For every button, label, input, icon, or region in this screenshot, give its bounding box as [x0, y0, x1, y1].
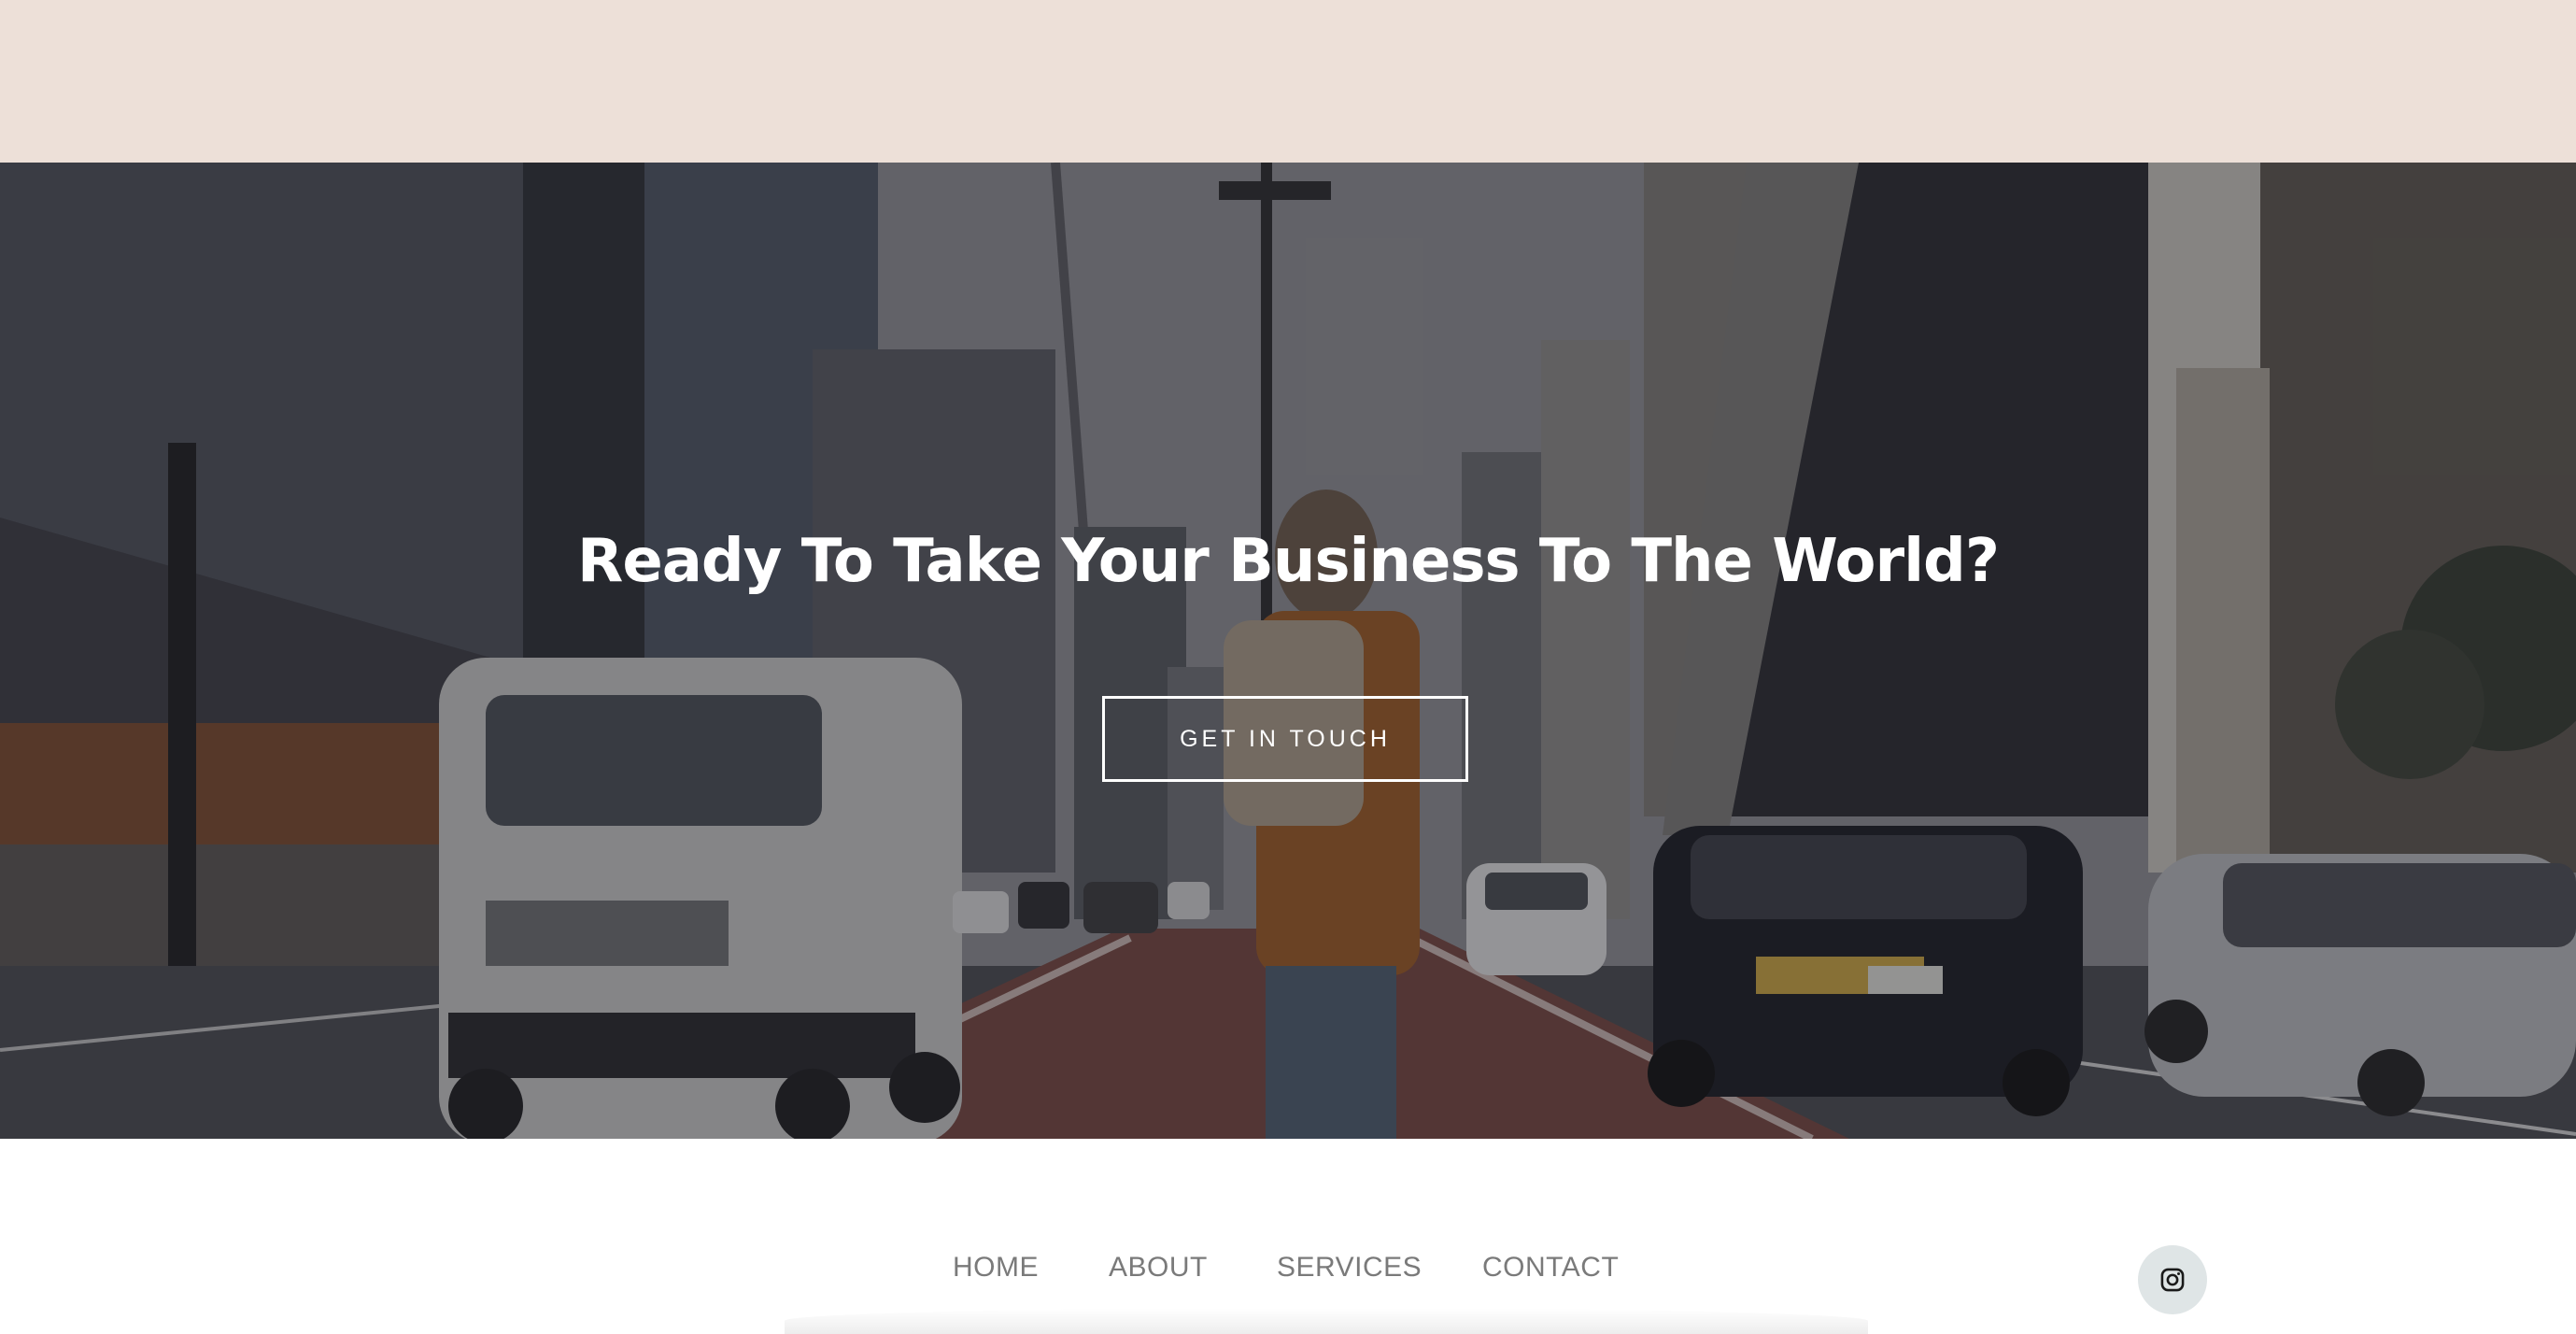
nav-link-contact[interactable]: CONTACT — [1482, 1252, 1619, 1284]
nav-link-services[interactable]: SERVICES — [1277, 1252, 1422, 1284]
instagram-button[interactable] — [2138, 1245, 2207, 1314]
instagram-icon — [2160, 1268, 2185, 1292]
nav-link-home[interactable]: HOME — [953, 1252, 1039, 1284]
hero-section: Ready To Take Your Business To The World… — [0, 163, 2576, 1139]
nav-link-about[interactable]: ABOUT — [1109, 1252, 1208, 1284]
get-in-touch-button[interactable]: GET IN TOUCH — [1102, 696, 1468, 782]
footer-shadow — [785, 1308, 1868, 1334]
top-band — [0, 0, 2576, 163]
hero-heading: Ready To Take Your Business To The World… — [577, 527, 2000, 596]
hero-overlay — [0, 163, 2576, 1139]
